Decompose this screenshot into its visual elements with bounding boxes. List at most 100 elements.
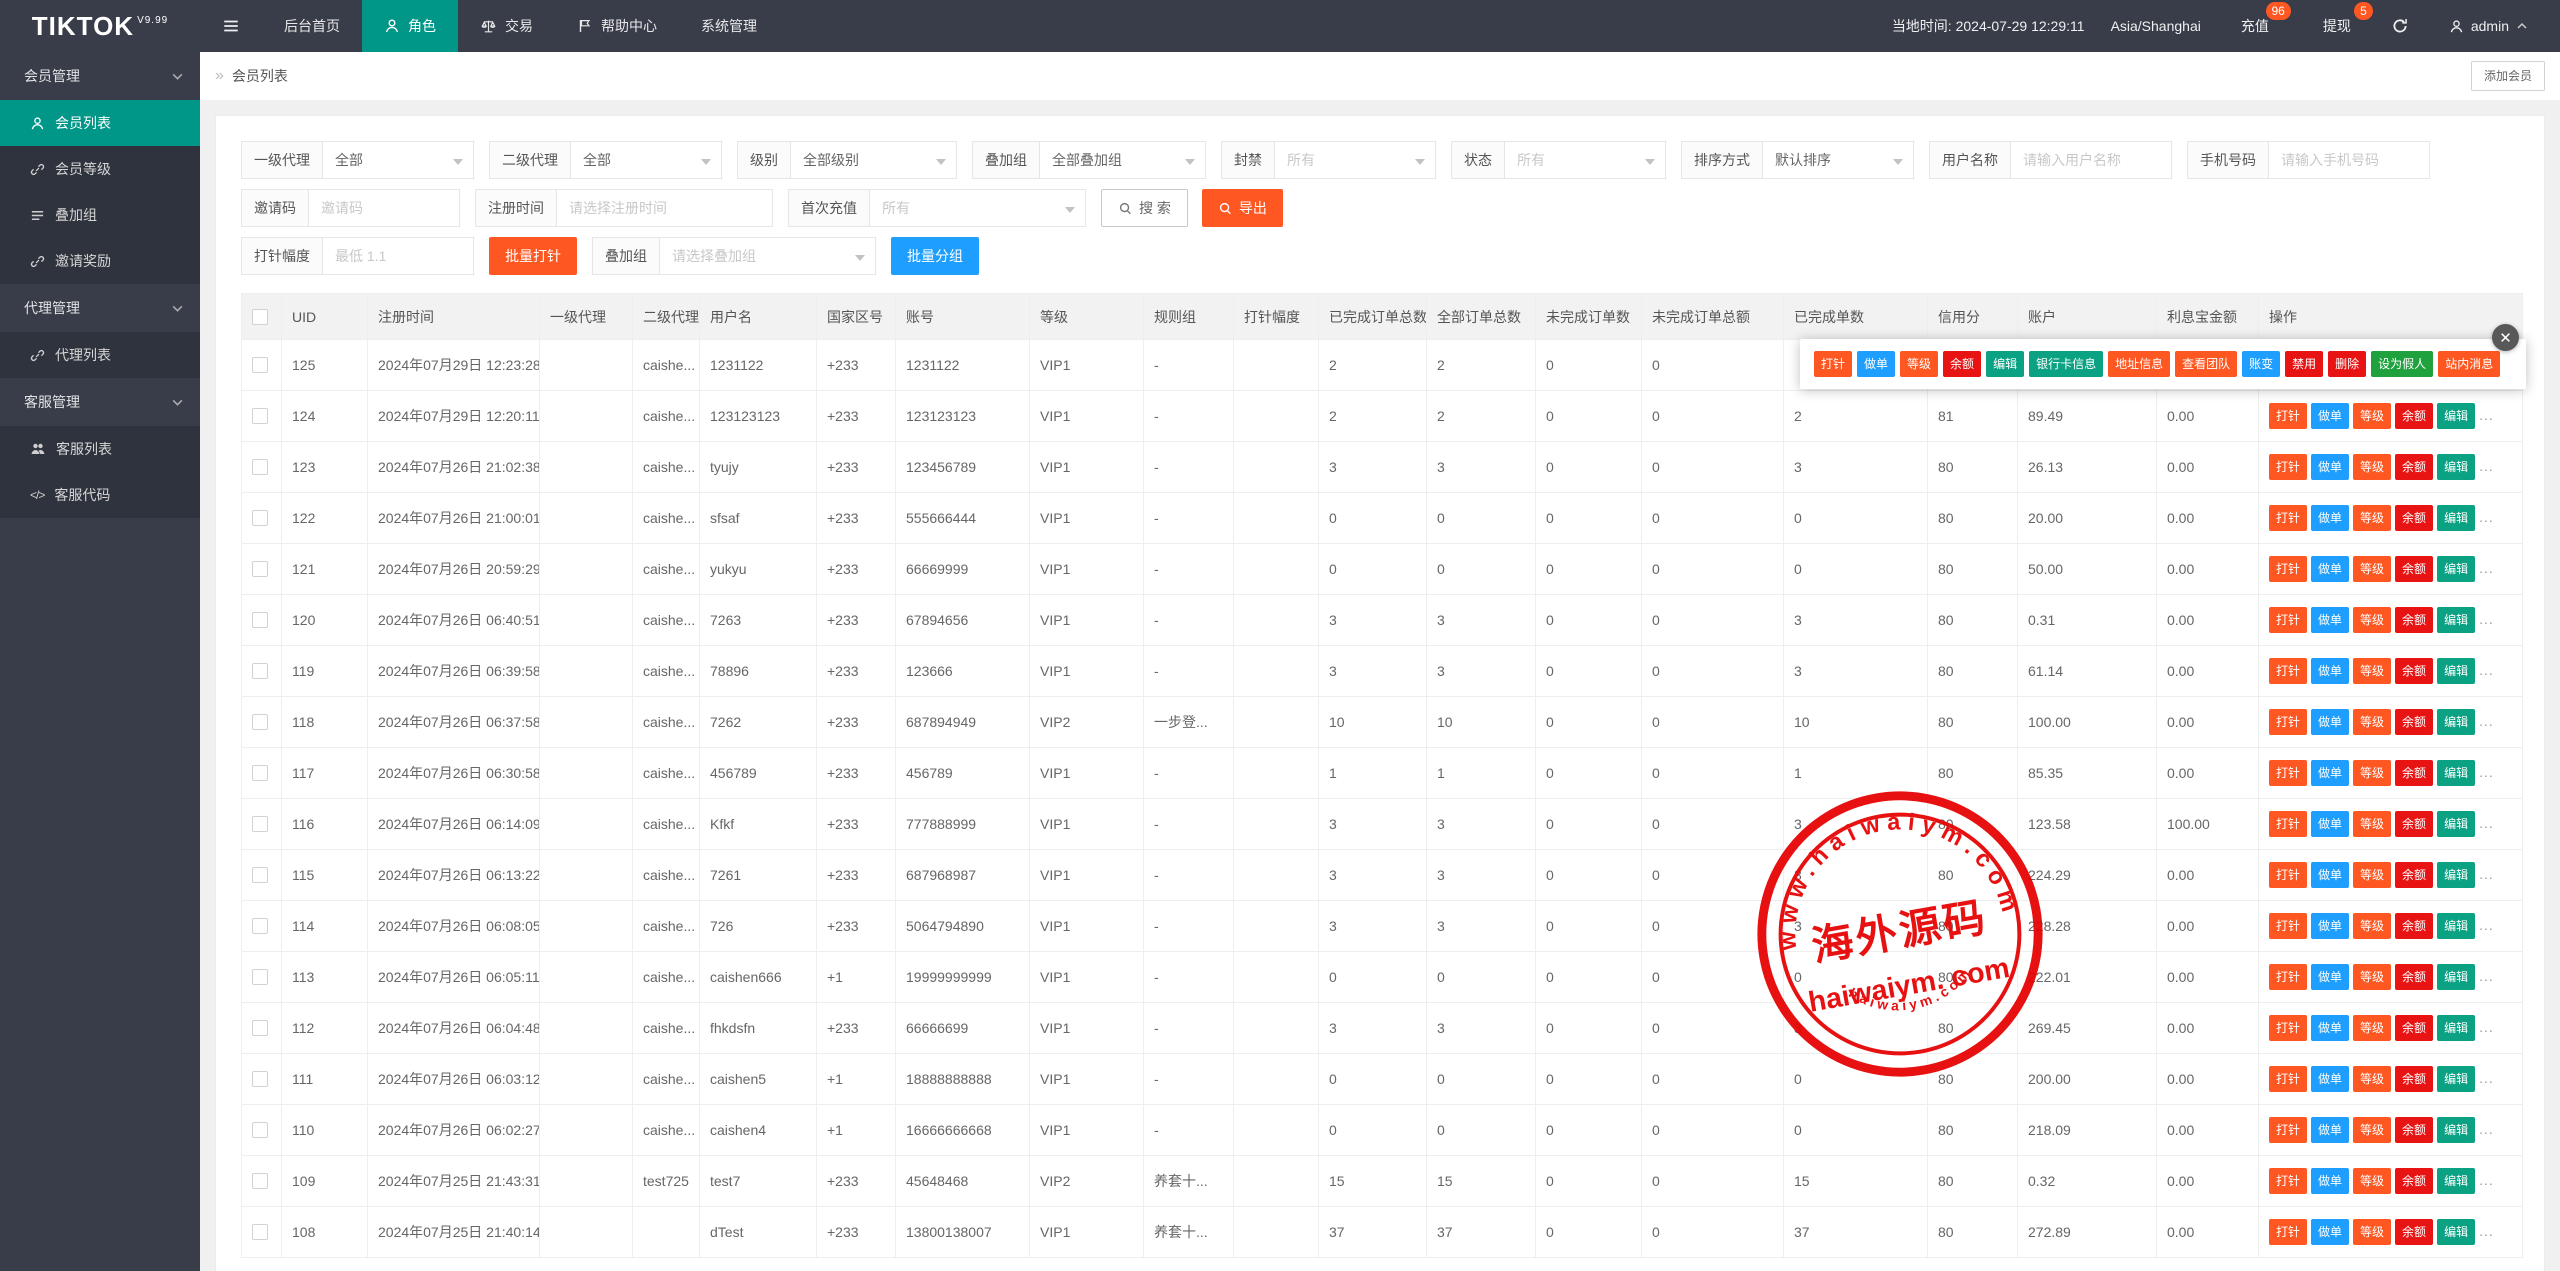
popup-action-button[interactable]: 禁用 xyxy=(2285,351,2323,377)
reg-time-input[interactable] xyxy=(556,189,773,227)
close-icon[interactable]: ✕ xyxy=(2492,324,2519,351)
popup-action-button[interactable]: 等级 xyxy=(1900,351,1938,377)
row-action-button[interactable]: 等级 xyxy=(2353,709,2391,735)
user-menu[interactable]: admin xyxy=(2435,18,2542,34)
row-action-button[interactable]: 做单 xyxy=(2311,1066,2349,1092)
sidebar-group-member[interactable]: 会员管理 xyxy=(0,52,200,100)
more-actions-button[interactable]: ... xyxy=(2479,968,2494,984)
row-action-button[interactable]: 编辑 xyxy=(2437,1168,2475,1194)
nav-item-trade[interactable]: 交易 xyxy=(458,0,555,52)
row-action-button[interactable]: 等级 xyxy=(2353,505,2391,531)
row-action-button[interactable]: 余额 xyxy=(2395,811,2433,837)
more-actions-button[interactable]: ... xyxy=(2479,1019,2494,1035)
popup-action-button[interactable]: 账变 xyxy=(2242,351,2280,377)
sidebar-item-member-level[interactable]: 会员等级 xyxy=(0,146,200,192)
popup-action-button[interactable]: 地址信息 xyxy=(2108,351,2170,377)
row-action-button[interactable]: 余额 xyxy=(2395,1066,2433,1092)
row-action-button[interactable]: 打针 xyxy=(2269,1117,2307,1143)
sidebar-group-service[interactable]: 客服管理 xyxy=(0,378,200,426)
row-action-button[interactable]: 做单 xyxy=(2311,1117,2349,1143)
row-checkbox[interactable] xyxy=(252,1224,268,1240)
popup-action-button[interactable]: 站内消息 xyxy=(2438,351,2500,377)
level-select[interactable]: 全部级别 xyxy=(790,141,957,179)
sidebar-item-invite-reward[interactable]: 邀请奖励 xyxy=(0,238,200,284)
row-action-button[interactable]: 编辑 xyxy=(2437,658,2475,684)
row-checkbox[interactable] xyxy=(252,561,268,577)
row-action-button[interactable]: 编辑 xyxy=(2437,1219,2475,1245)
row-action-button[interactable]: 打针 xyxy=(2269,1015,2307,1041)
phone-input[interactable] xyxy=(2268,141,2430,179)
more-actions-button[interactable]: ... xyxy=(2479,713,2494,729)
more-actions-button[interactable]: ... xyxy=(2479,407,2494,423)
row-action-button[interactable]: 做单 xyxy=(2311,658,2349,684)
withdraw-link[interactable]: 提现 5 xyxy=(2309,16,2365,36)
row-action-button[interactable]: 余额 xyxy=(2395,964,2433,990)
first-recharge-select[interactable]: 所有 xyxy=(869,189,1086,227)
row-action-button[interactable]: 做单 xyxy=(2311,607,2349,633)
refresh-icon[interactable] xyxy=(2391,17,2409,35)
sidebar-item-agent-list[interactable]: 代理列表 xyxy=(0,332,200,378)
row-checkbox[interactable] xyxy=(252,765,268,781)
search-button[interactable]: 搜 索 xyxy=(1101,189,1188,227)
row-action-button[interactable]: 余额 xyxy=(2395,1117,2433,1143)
more-actions-button[interactable]: ... xyxy=(2479,1121,2494,1137)
row-action-button[interactable]: 打针 xyxy=(2269,403,2307,429)
row-action-button[interactable]: 做单 xyxy=(2311,1015,2349,1041)
more-actions-button[interactable]: ... xyxy=(2479,1070,2494,1086)
row-action-button[interactable]: 余额 xyxy=(2395,454,2433,480)
row-action-button[interactable]: 余额 xyxy=(2395,913,2433,939)
row-action-button[interactable]: 打针 xyxy=(2269,811,2307,837)
row-action-button[interactable]: 打针 xyxy=(2269,964,2307,990)
more-actions-button[interactable]: ... xyxy=(2479,458,2494,474)
row-action-button[interactable]: 打针 xyxy=(2269,1219,2307,1245)
row-checkbox[interactable] xyxy=(252,714,268,730)
popup-action-button[interactable]: 打针 xyxy=(1814,351,1852,377)
row-action-button[interactable]: 余额 xyxy=(2395,760,2433,786)
more-actions-button[interactable]: ... xyxy=(2479,560,2494,576)
row-action-button[interactable]: 余额 xyxy=(2395,556,2433,582)
more-actions-button[interactable]: ... xyxy=(2479,611,2494,627)
row-action-button[interactable]: 编辑 xyxy=(2437,913,2475,939)
row-checkbox[interactable] xyxy=(252,867,268,883)
row-action-button[interactable]: 做单 xyxy=(2311,913,2349,939)
row-checkbox[interactable] xyxy=(252,357,268,373)
sort-select[interactable]: 默认排序 xyxy=(1762,141,1914,179)
popup-action-button[interactable]: 余额 xyxy=(1943,351,1981,377)
row-action-button[interactable]: 等级 xyxy=(2353,1219,2391,1245)
row-action-button[interactable]: 余额 xyxy=(2395,1219,2433,1245)
add-member-button[interactable]: 添加会员 xyxy=(2471,61,2545,91)
row-action-button[interactable]: 打针 xyxy=(2269,1168,2307,1194)
popup-action-button[interactable]: 做单 xyxy=(1857,351,1895,377)
row-action-button[interactable]: 等级 xyxy=(2353,862,2391,888)
more-actions-button[interactable]: ... xyxy=(2479,1223,2494,1239)
username-input[interactable] xyxy=(2010,141,2172,179)
row-action-button[interactable]: 编辑 xyxy=(2437,760,2475,786)
row-action-button[interactable]: 打针 xyxy=(2269,454,2307,480)
row-checkbox[interactable] xyxy=(252,816,268,832)
row-action-button[interactable]: 编辑 xyxy=(2437,1117,2475,1143)
row-action-button[interactable]: 余额 xyxy=(2395,505,2433,531)
row-action-button[interactable]: 等级 xyxy=(2353,913,2391,939)
bulk-inject-button[interactable]: 批量打针 xyxy=(489,237,577,275)
row-action-button[interactable]: 等级 xyxy=(2353,607,2391,633)
row-action-button[interactable]: 编辑 xyxy=(2437,811,2475,837)
row-action-button[interactable]: 等级 xyxy=(2353,964,2391,990)
row-action-button[interactable]: 编辑 xyxy=(2437,505,2475,531)
row-action-button[interactable]: 编辑 xyxy=(2437,709,2475,735)
row-action-button[interactable]: 打针 xyxy=(2269,505,2307,531)
popup-action-button[interactable]: 设为假人 xyxy=(2371,351,2433,377)
row-action-button[interactable]: 做单 xyxy=(2311,556,2349,582)
more-actions-button[interactable]: ... xyxy=(2479,662,2494,678)
row-action-button[interactable]: 余额 xyxy=(2395,658,2433,684)
row-action-button[interactable]: 余额 xyxy=(2395,403,2433,429)
row-action-button[interactable]: 做单 xyxy=(2311,1168,2349,1194)
row-action-button[interactable]: 打针 xyxy=(2269,607,2307,633)
row-action-button[interactable]: 余额 xyxy=(2395,862,2433,888)
row-action-button[interactable]: 编辑 xyxy=(2437,454,2475,480)
more-actions-button[interactable]: ... xyxy=(2479,917,2494,933)
nav-item-system[interactable]: 系统管理 xyxy=(679,0,779,52)
row-action-button[interactable]: 做单 xyxy=(2311,964,2349,990)
row-checkbox[interactable] xyxy=(252,1071,268,1087)
popup-action-button[interactable]: 银行卡信息 xyxy=(2029,351,2103,377)
stack-group-select[interactable]: 全部叠加组 xyxy=(1039,141,1206,179)
